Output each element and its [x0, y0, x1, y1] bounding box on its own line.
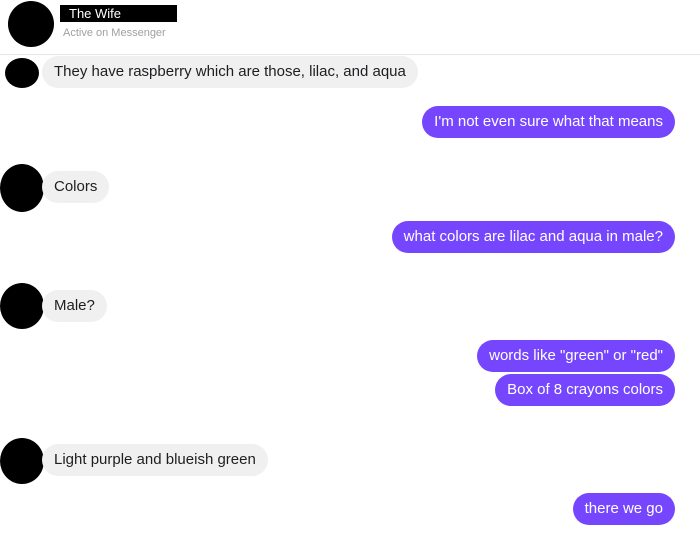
message-bubble-incoming[interactable]: They have raspberry which are those, lil… [42, 56, 418, 88]
sender-avatar [0, 438, 44, 484]
contact-avatar[interactable] [8, 1, 54, 47]
message-bubble-outgoing[interactable]: there we go [572, 493, 675, 525]
sender-avatar [0, 283, 44, 329]
message-bubble-outgoing[interactable]: words like "green" or "red" [477, 340, 675, 372]
message-bubble-outgoing[interactable]: Box of 8 crayons colors [495, 374, 675, 406]
message-bubble-incoming[interactable]: Light purple and blueish green [42, 444, 268, 476]
sender-avatar [5, 58, 39, 88]
message-bubble-incoming[interactable]: Male? [42, 290, 107, 322]
chat-header: The Wife Active on Messenger [0, 0, 700, 55]
message-bubble-outgoing[interactable]: what colors are lilac and aqua in male? [391, 221, 675, 253]
contact-name[interactable]: The Wife [60, 5, 177, 22]
message-bubble-incoming[interactable]: Colors [42, 171, 110, 203]
sender-avatar [0, 164, 44, 212]
message-bubble-outgoing[interactable]: I'm not even sure what that means [422, 106, 675, 138]
active-status: Active on Messenger [63, 27, 166, 39]
